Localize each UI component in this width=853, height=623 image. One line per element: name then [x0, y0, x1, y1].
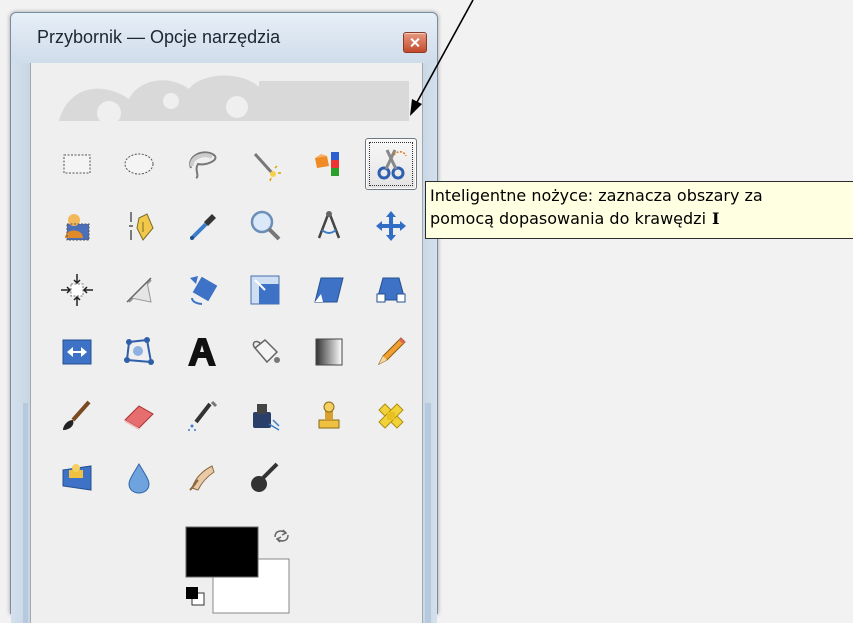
annotation-arrow: [410, 0, 474, 116]
